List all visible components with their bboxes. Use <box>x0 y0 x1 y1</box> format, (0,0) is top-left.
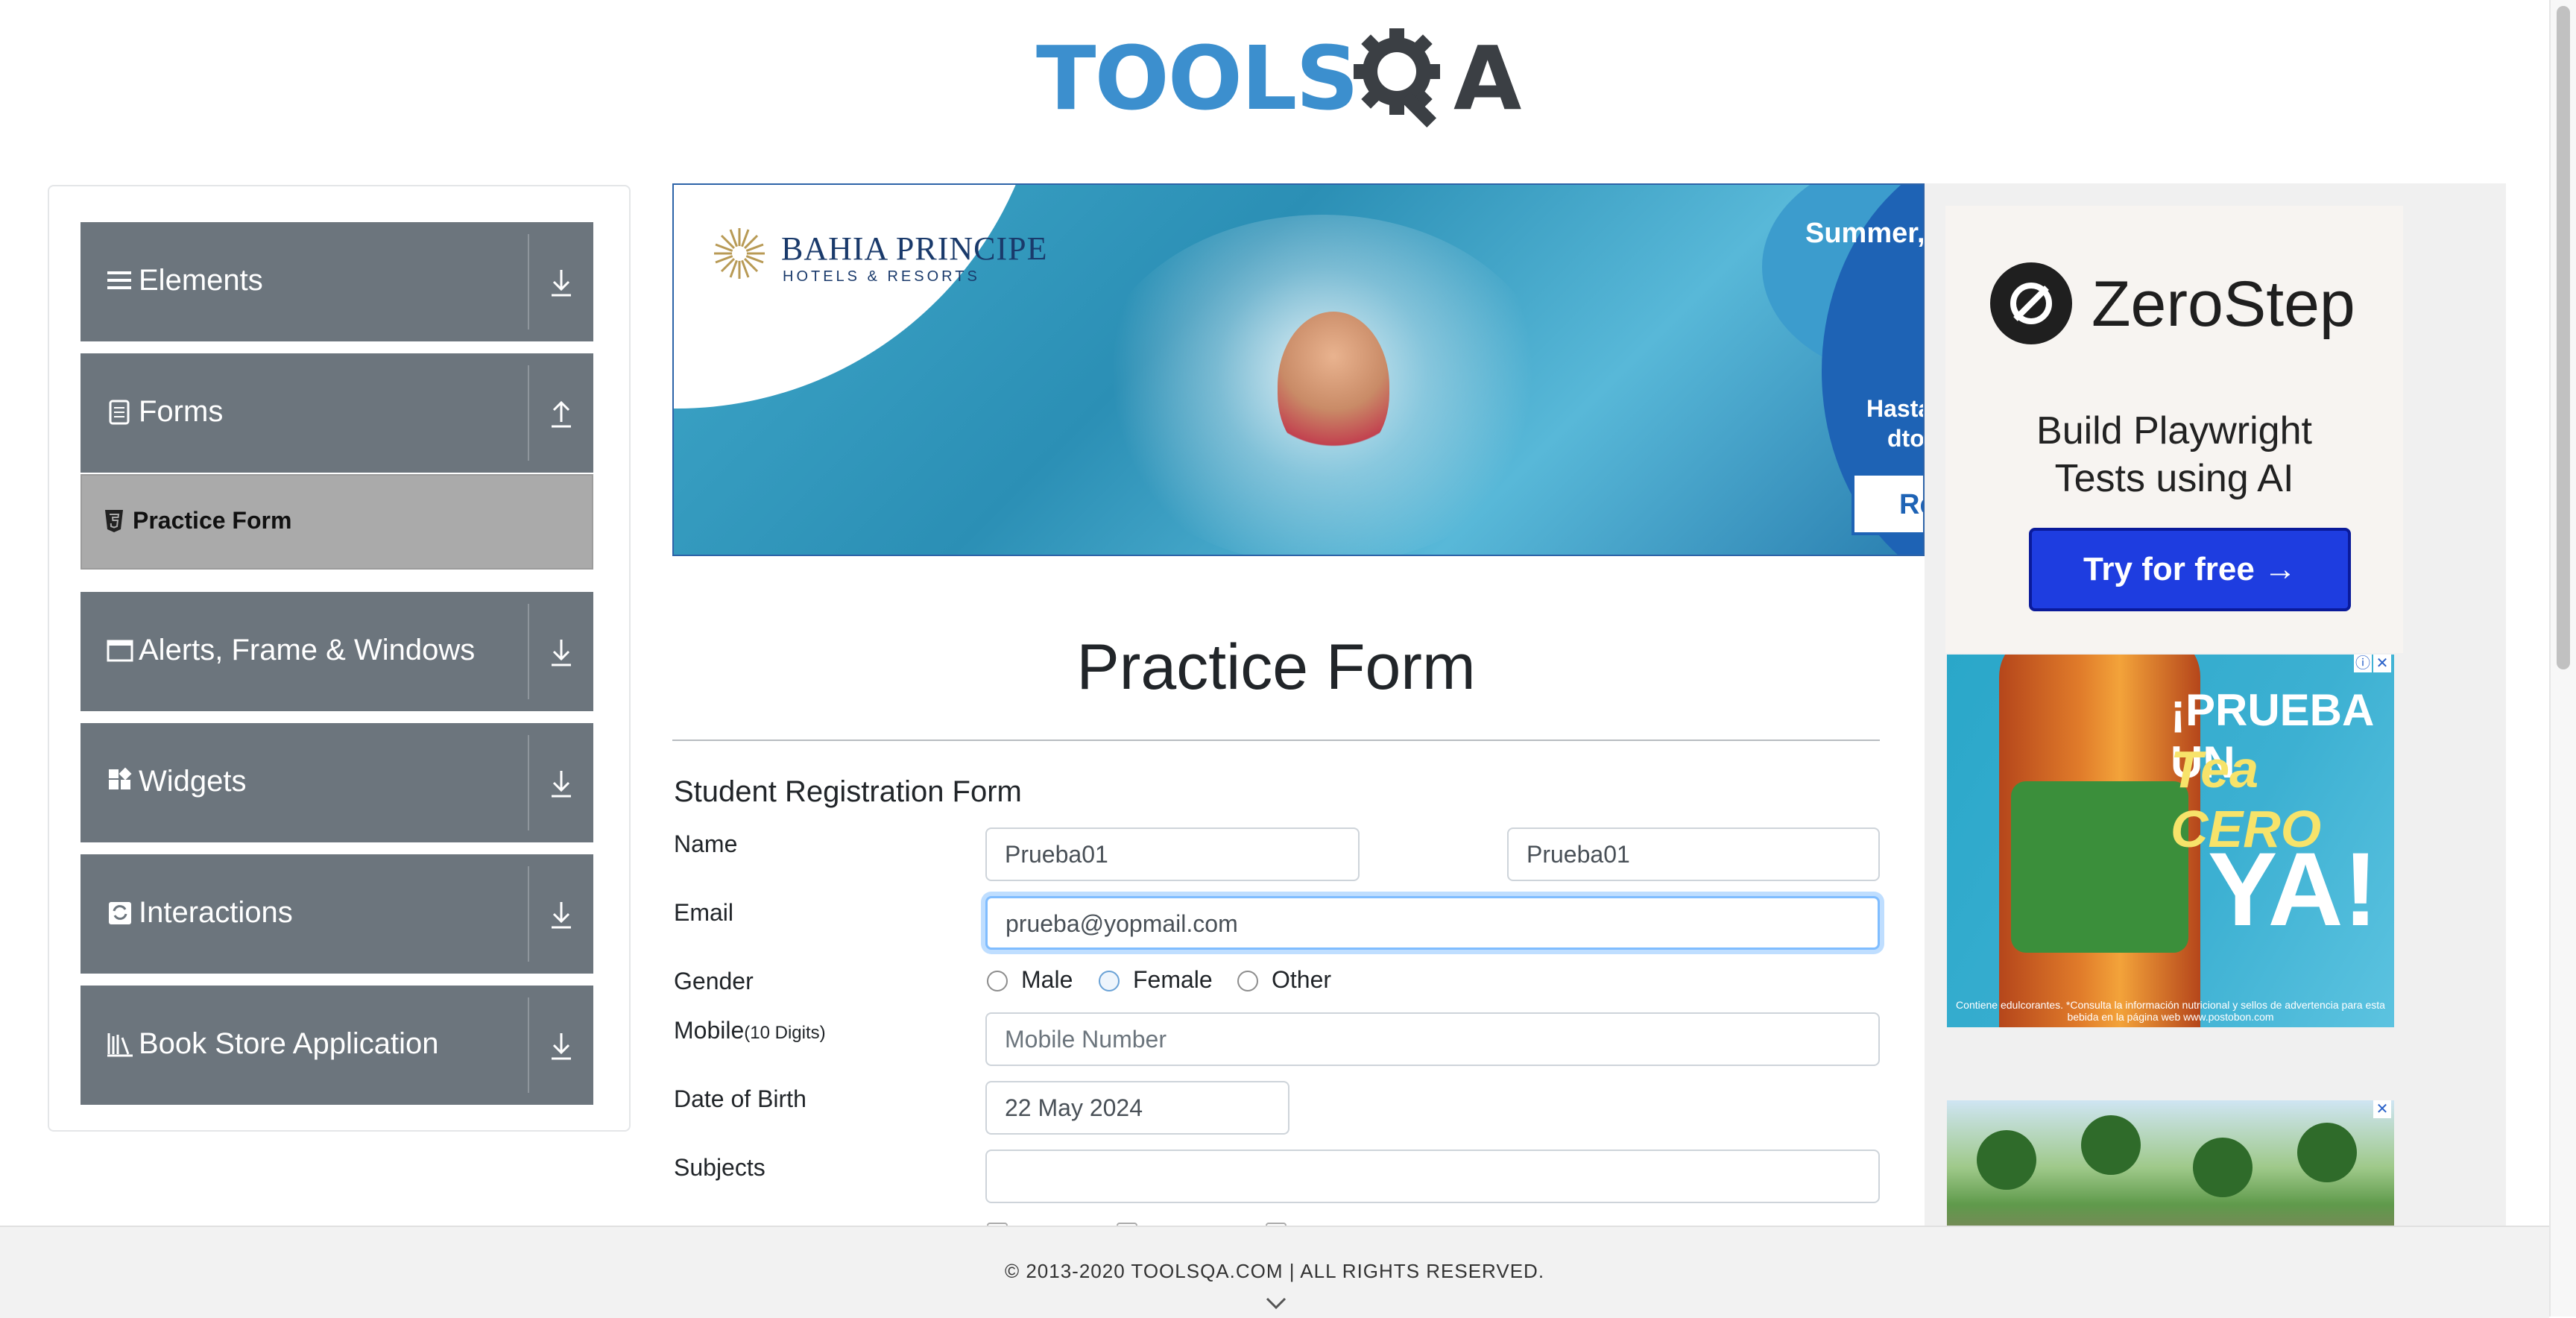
palm-image <box>2193 1138 2253 1197</box>
tea-ad-disclaimer: Contiene edulcorantes. *Consulta la info… <box>1956 999 2385 1023</box>
sidebar-item-label: Practice Form <box>133 507 292 534</box>
divider <box>528 604 529 699</box>
sidebar-group-widgets[interactable]: Widgets <box>80 723 593 842</box>
name-label: Name <box>674 830 738 857</box>
footer: © 2013-2020 TOOLSQA.COM | ALL RIGHTS RES… <box>0 1226 2549 1318</box>
sun-logo-icon <box>714 228 765 279</box>
subjects-input[interactable] <box>985 1150 1880 1203</box>
gender-female-radio[interactable] <box>1099 971 1120 991</box>
tea-ad-line: YA! <box>2208 830 2378 947</box>
ad-close-icon[interactable]: ✕ <box>2373 655 2391 672</box>
logo-a-text: A <box>1453 27 1521 130</box>
ad-close-icon[interactable]: ✕ <box>2373 1100 2391 1118</box>
ad-info-icon[interactable]: ⓘ <box>2354 655 2372 672</box>
date-of-birth-input[interactable]: 22 May 2024 <box>985 1081 1289 1135</box>
email-label: Email <box>674 899 734 926</box>
download-arrow-icon <box>552 270 571 297</box>
gear-magnifier-icon <box>1354 28 1440 128</box>
interactions-icon <box>109 902 131 924</box>
list-icon <box>107 271 131 289</box>
first-name-input[interactable]: Prueba01 <box>985 827 1360 881</box>
upload-arrow-icon <box>552 400 571 428</box>
gender-option-label[interactable]: Female <box>1133 966 1213 994</box>
divider <box>528 997 529 1093</box>
sidebar-group-label: Alerts, Frame & Windows <box>139 634 476 666</box>
try-for-free-button[interactable]: Try for free → <box>2029 528 2351 611</box>
sidebar-group-book-store[interactable]: Book Store Application <box>80 986 593 1105</box>
divider <box>528 735 529 830</box>
sidebar-group-interactions[interactable]: Interactions <box>80 854 593 974</box>
ad-offer-line: Hasta <box>1866 395 1923 422</box>
window-icon <box>107 640 133 662</box>
gender-other-radio[interactable] <box>1237 971 1258 991</box>
toolsqa-logo[interactable]: TOOLS A <box>1036 22 1521 136</box>
download-arrow-icon <box>552 640 571 666</box>
download-arrow-icon <box>552 771 571 798</box>
divider <box>528 866 529 962</box>
form-subtitle: Student Registration Form <box>674 775 1022 808</box>
zerostep-tagline: Build Playwright Tests using AI <box>1945 407 2403 502</box>
mobile-label-text: Mobile <box>674 1017 745 1044</box>
ad-brand-name: BAHIA PRINCIPE <box>781 230 1048 267</box>
swimmer-image <box>1278 312 1389 461</box>
html5-icon <box>105 510 123 532</box>
ad-brand-sub: HOTELS & RESORTS <box>783 268 980 285</box>
bahia-principe-ad-banner[interactable]: BAHIA PRINCIPE HOTELS & RESORTS Summer, … <box>672 183 1925 556</box>
sidebar-group-alerts[interactable]: Alerts, Frame & Windows <box>80 592 593 711</box>
divider <box>528 234 529 330</box>
ad-white-corner <box>674 185 1046 409</box>
download-arrow-icon <box>552 902 571 929</box>
page-title: Practice Form <box>1076 631 1476 703</box>
copyright-text: © 2013-2020 TOOLSQA.COM | ALL RIGHTS RES… <box>1004 1260 1545 1282</box>
email-input[interactable]: prueba@yopmail.com <box>985 896 1880 950</box>
zerostep-name: ZeroStep <box>2092 268 2355 340</box>
zerostep-tagline-line: Build Playwright <box>2036 409 2312 453</box>
scrollbar-thumb[interactable] <box>2557 6 2570 669</box>
ad-cta-label: Re <box>1899 489 1923 520</box>
sidebar-group-label: Widgets <box>139 765 247 798</box>
sidebar-group-elements[interactable]: Elements <box>80 222 593 341</box>
document-icon <box>109 400 130 425</box>
left-sidebar: Elements Forms Practice Form Alerts, Fra… <box>48 185 631 1132</box>
subjects-label: Subjects <box>674 1154 765 1181</box>
sidebar-group-label: Book Store Application <box>139 1027 439 1060</box>
chevron-down-icon[interactable] <box>1266 1297 1287 1311</box>
download-arrow-icon <box>552 1033 571 1060</box>
right-ad-column: ZeroStep Build Playwright Tests using AI… <box>1925 183 2506 1249</box>
sidebar-group-label: Forms <box>139 395 224 428</box>
gender-option-label[interactable]: Male <box>1021 966 1073 994</box>
zerostep-ad[interactable]: ZeroStep Build Playwright Tests using AI… <box>1945 206 2403 653</box>
books-icon <box>107 1033 133 1057</box>
palm-image <box>1977 1130 2036 1190</box>
last-name-input[interactable]: Prueba01 <box>1507 827 1880 881</box>
mobile-hint: (10 Digits) <box>744 1023 826 1043</box>
divider <box>528 365 529 461</box>
gender-male-radio[interactable] <box>987 971 1008 991</box>
zerostep-tagline-line: Tests using AI <box>2054 457 2294 500</box>
ad-headline: Summer, <box>1805 218 1925 249</box>
sidebar-group-label: Elements <box>139 264 263 297</box>
gender-label: Gender <box>674 968 754 994</box>
mobile-label: Mobile(10 Digits) <box>674 1017 826 1044</box>
page-scrollbar[interactable] <box>2549 0 2576 1317</box>
mr-tea-ad[interactable]: ¡PRUEBA UN Tea CERO YA! Contiene edulcor… <box>1947 655 2394 1027</box>
mobile-input[interactable]: Mobile Number <box>985 1012 1880 1066</box>
palm-image <box>2297 1123 2357 1182</box>
palm-image <box>2081 1115 2141 1175</box>
gender-option-label[interactable]: Other <box>1272 966 1331 994</box>
ad-cta-button[interactable]: Re <box>1852 473 1923 535</box>
title-divider <box>672 740 1880 741</box>
logo-tools-text: TOOLS <box>1036 27 1359 130</box>
sidebar-group-label: Interactions <box>139 896 293 929</box>
zerostep-logo-icon <box>1990 262 2072 344</box>
sidebar-group-forms[interactable]: Forms <box>80 353 593 473</box>
dob-label: Date of Birth <box>674 1085 806 1112</box>
sidebar-item-practice-form[interactable]: Practice Form <box>80 474 593 570</box>
widgets-icon <box>109 767 132 789</box>
ad-offer-line: dto <box>1887 425 1925 452</box>
